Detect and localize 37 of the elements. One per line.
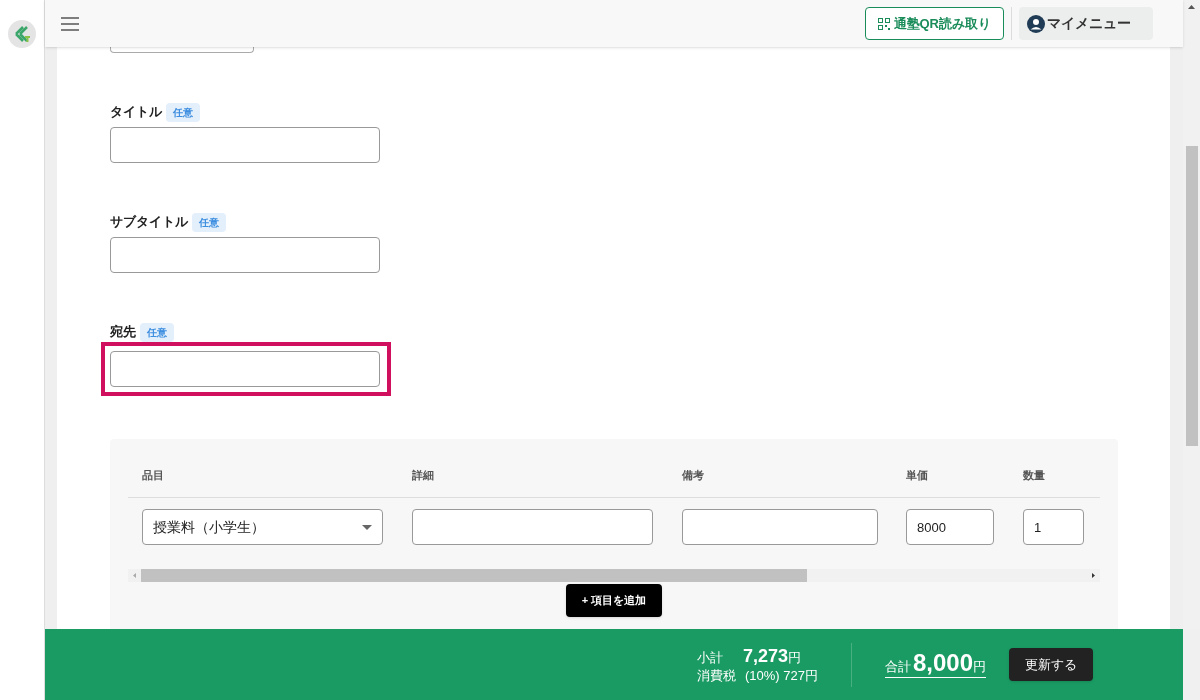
text-input[interactable] (110, 127, 380, 163)
scrollbar-thumb[interactable] (1185, 146, 1198, 446)
text-input[interactable] (110, 351, 380, 387)
user-avatar-icon (1027, 14, 1045, 33)
qr-code-icon (877, 17, 890, 30)
column-header: 単価 (906, 469, 928, 481)
scrollbar-thumb[interactable] (141, 569, 807, 582)
dropdown-caret-icon (362, 524, 372, 530)
optional-badge: 任意 (140, 322, 174, 342)
add-item-button[interactable]: + 項目を追加 (565, 584, 663, 617)
table-input[interactable] (682, 509, 878, 545)
total-amount: 合計8,000円 (885, 651, 987, 678)
field-label: サブタイトル (110, 213, 188, 232)
logo-icon[interactable] (8, 20, 36, 48)
tax-label: 消費税 (697, 667, 737, 684)
item-select[interactable]: 授業料（小学生） (142, 509, 383, 545)
optional-badge: 任意 (166, 102, 200, 122)
optional-badge: 任意 (192, 212, 226, 232)
field-label: タイトル (110, 103, 162, 122)
text-input[interactable] (110, 237, 380, 273)
update-button[interactable]: 更新する (1009, 648, 1094, 681)
menu-icon[interactable] (61, 16, 79, 31)
table-input[interactable]: 1 (1023, 509, 1084, 545)
field-label: 宛先 (110, 323, 136, 342)
table-input[interactable]: 8000 (906, 509, 994, 545)
subtotal-label: 小計 (697, 650, 724, 667)
table-input[interactable] (412, 509, 653, 545)
subtotal-unit: 円 (788, 650, 802, 667)
tax-value: (10%) 727円 (745, 667, 818, 684)
column-header: 詳細 (412, 469, 434, 481)
horizontal-scrollbar[interactable] (128, 569, 1100, 582)
column-header: 備考 (682, 469, 704, 481)
column-header: 数量 (1023, 469, 1045, 481)
qr-scan-button[interactable]: 通塾QR読み取り (864, 7, 1004, 40)
column-header: 品目 (142, 469, 164, 481)
subtotal-value: 7,273 (743, 645, 789, 668)
my-menu-button[interactable]: マイメニュー (1019, 7, 1153, 40)
